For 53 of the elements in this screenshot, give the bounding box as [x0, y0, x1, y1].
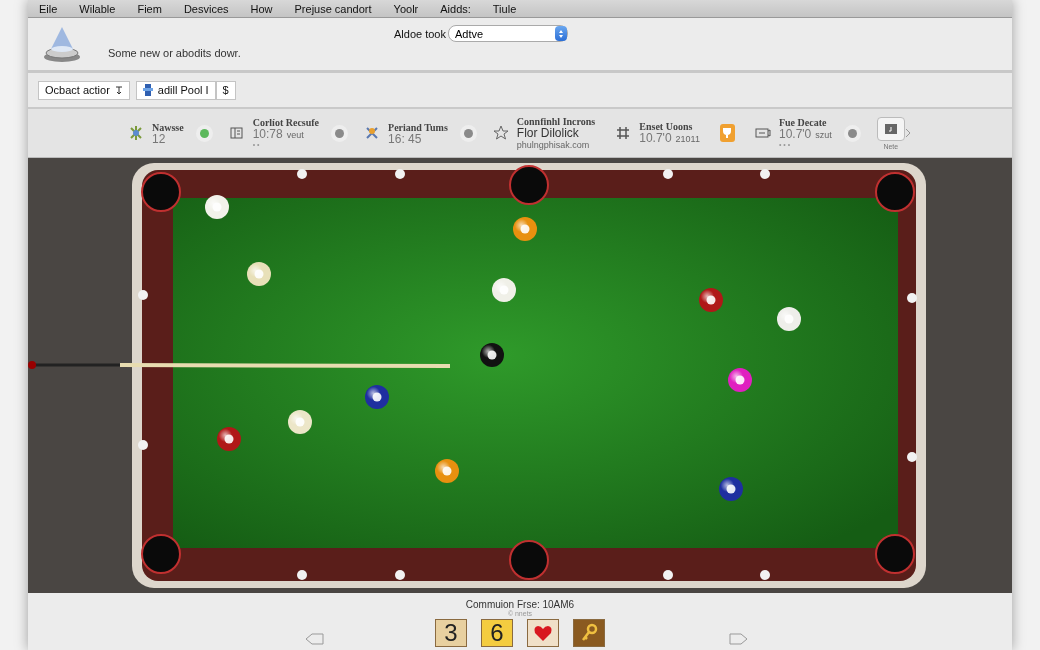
stat-unit: 21011 — [675, 133, 700, 145]
app-logo-icon — [42, 25, 82, 63]
stat-icon — [128, 125, 144, 141]
stat-value: 10.7'0 — [778, 128, 812, 140]
heart-tile[interactable] — [527, 619, 559, 647]
menu-item[interactable]: Eile — [28, 2, 69, 15]
stat-title: Enset Uoons — [639, 121, 694, 132]
menu-item[interactable]: Prejuse candort — [283, 2, 383, 15]
back-arrow-icon — [305, 633, 325, 645]
action-dropdown[interactable]: Ocbact actior — [38, 80, 130, 100]
stat-title: Nawsse — [152, 121, 184, 133]
stepper-icon — [557, 28, 565, 39]
stat-unit: szut — [815, 129, 832, 141]
heart-icon — [533, 624, 553, 642]
stat-icon — [615, 125, 632, 141]
price-button[interactable]: $ — [215, 80, 236, 100]
stat-title: Fue Decate — [778, 117, 828, 128]
stat-icon — [492, 125, 509, 141]
pool-button[interactable]: adill Pool I — [135, 80, 216, 100]
caret-icon — [114, 85, 123, 95]
chevron-right-icon — [904, 128, 912, 138]
stat-value: Flor Dilolick — [516, 126, 579, 139]
stat-title: Connfinhl Incrons — [516, 115, 596, 127]
menu-item[interactable]: Desvices — [172, 2, 240, 15]
select-label: Aldoe took — [394, 27, 446, 40]
number-tile[interactable]: 3 — [435, 619, 467, 647]
menu-item[interactable]: Fiem — [126, 2, 173, 15]
stat-title: Periand Tums — [388, 121, 448, 133]
menu-item[interactable]: Tiule — [481, 2, 528, 15]
stat-icon — [364, 125, 381, 141]
stat-icon — [228, 125, 245, 141]
menu-item[interactable]: Aidds: — [429, 2, 482, 15]
menu-item[interactable]: Wilable — [68, 2, 127, 15]
subtitle: Some new or abodits dowr. — [108, 47, 241, 59]
cue-stick[interactable] — [28, 361, 450, 369]
number-tile[interactable]: 6 — [481, 619, 513, 647]
footer-title: Commuion Frse: 10AM6 — [465, 599, 575, 610]
website-link[interactable]: phulngphisak.com — [516, 138, 596, 151]
stat-title: Corlíot Recsufe — [252, 117, 320, 128]
forward-arrow-icon — [728, 633, 748, 645]
stat-value: 12 — [152, 132, 166, 145]
stat-value: 10:78 — [252, 128, 283, 140]
note-icon — [883, 121, 898, 136]
stat-unit: veut — [286, 129, 304, 141]
stat-value: 16: 45 — [388, 132, 422, 145]
menu-item[interactable]: How — [239, 2, 284, 15]
menu-item[interactable]: Yoolr — [382, 2, 430, 15]
key-icon — [579, 623, 599, 643]
bottle-icon — [142, 83, 153, 97]
key-tile[interactable] — [573, 619, 605, 647]
dropdown[interactable]: Adtve — [448, 25, 568, 42]
stat-icon — [754, 125, 771, 141]
stat-value: 10.7'0 — [639, 132, 672, 144]
